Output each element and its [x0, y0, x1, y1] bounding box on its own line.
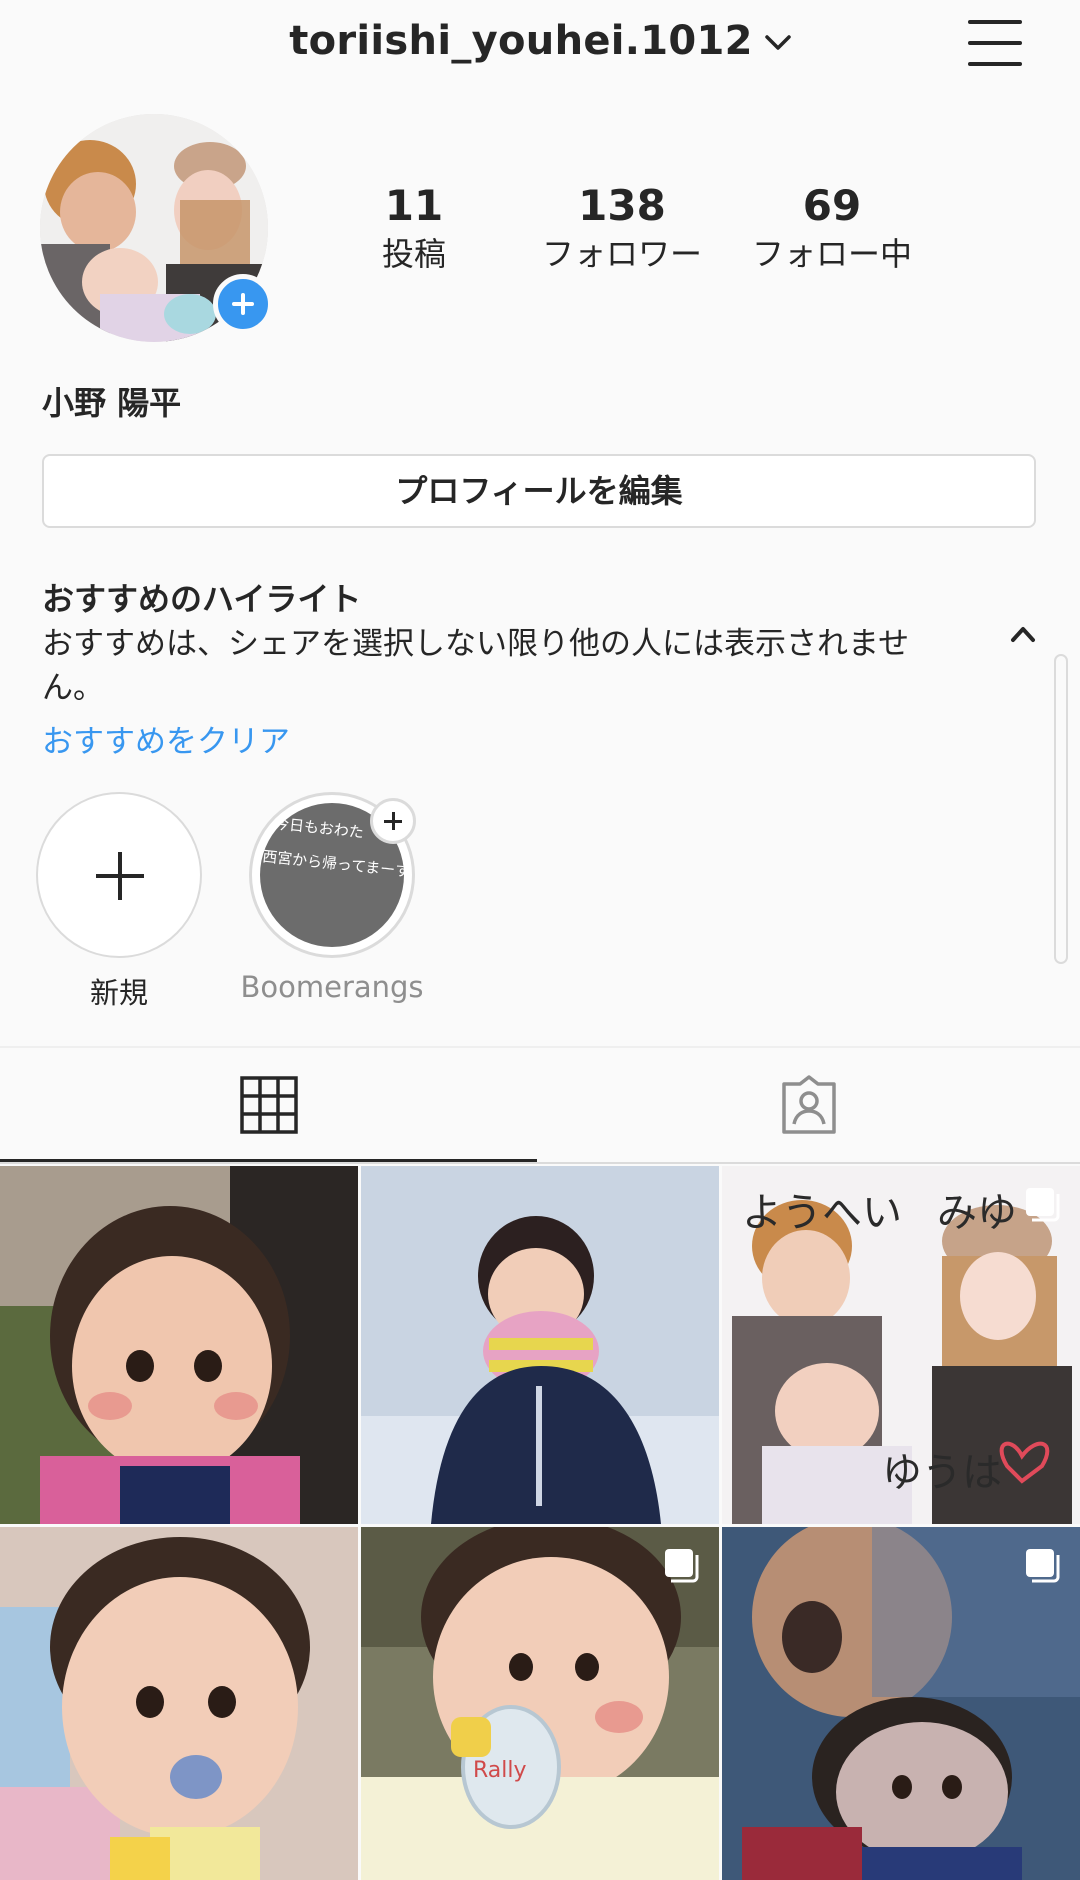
highlight-thumb-text: 西宮から帰ってまーす	[261, 847, 404, 881]
multiple-photos-icon	[665, 1549, 699, 1583]
profile-full-name: 小野 陽平	[42, 384, 182, 422]
grid-post[interactable]	[722, 1527, 1080, 1880]
post-photo	[361, 1166, 719, 1524]
posts-label: 投稿	[381, 235, 446, 273]
grid-icon	[240, 1076, 298, 1134]
add-to-highlight-plus-icon[interactable]	[370, 798, 416, 844]
username-switcher[interactable]: toriishi_youhei.1012	[0, 18, 1080, 64]
chevron-up-icon[interactable]	[1010, 624, 1036, 644]
username: toriishi_youhei.1012	[289, 18, 753, 64]
svg-text:みゆ: みゆ	[937, 1190, 1017, 1236]
followers-label: フォロワー	[541, 235, 702, 273]
new-highlight-button[interactable]	[36, 792, 202, 958]
top-bar: toriishi_youhei.1012	[0, 0, 1080, 96]
svg-text:ゆうは: ゆうは	[882, 1450, 1002, 1496]
highlight-thumb-text: 今日もおわた	[273, 814, 365, 842]
hamburger-menu-icon[interactable]	[966, 18, 1024, 68]
boomerangs-label: Boomerangs	[240, 970, 424, 1004]
suggested-highlights-title: おすすめのハイライト	[42, 580, 362, 618]
clear-suggestions-link[interactable]: おすすめをクリア	[42, 716, 290, 761]
grid-post[interactable]: Rally	[361, 1527, 719, 1880]
grid-post[interactable]: ようへい みゆ ゆうは	[722, 1166, 1080, 1524]
grid-post[interactable]	[0, 1166, 358, 1524]
edit-profile-button[interactable]: プロフィールを編集	[42, 454, 1036, 528]
highlights-scrollbar[interactable]	[1054, 654, 1068, 964]
followers-count: 138	[578, 181, 666, 230]
divider	[0, 1162, 1080, 1164]
tab-grid[interactable]	[0, 1048, 540, 1162]
grid-post[interactable]	[0, 1527, 358, 1880]
suggested-highlights-description: おすすめは、シェアを選択しない限り他の人には表示されません。	[42, 626, 910, 706]
new-highlight-label: 新規	[89, 976, 148, 1010]
svg-text:ようへい: ようへい	[742, 1190, 902, 1236]
stat-followers[interactable]: 138 フォロワー	[522, 180, 722, 276]
svg-text:Rally: Rally	[473, 1758, 527, 1783]
tab-tagged[interactable]	[540, 1048, 1080, 1162]
stat-following[interactable]: 69 フォロー中	[732, 180, 932, 276]
multiple-photos-icon	[1026, 1188, 1060, 1222]
chevron-down-icon	[765, 35, 791, 50]
post-photo	[0, 1527, 358, 1880]
tagged-person-icon	[782, 1075, 836, 1134]
grid-post[interactable]	[361, 1166, 719, 1524]
following-count: 69	[802, 181, 862, 230]
add-story-plus-icon[interactable]	[213, 274, 273, 334]
multiple-photos-icon	[1026, 1549, 1060, 1583]
post-photo	[0, 1166, 358, 1524]
posts-count: 11	[384, 181, 444, 230]
following-label: フォロー中	[751, 235, 912, 273]
stat-posts[interactable]: 11 投稿	[314, 180, 514, 276]
